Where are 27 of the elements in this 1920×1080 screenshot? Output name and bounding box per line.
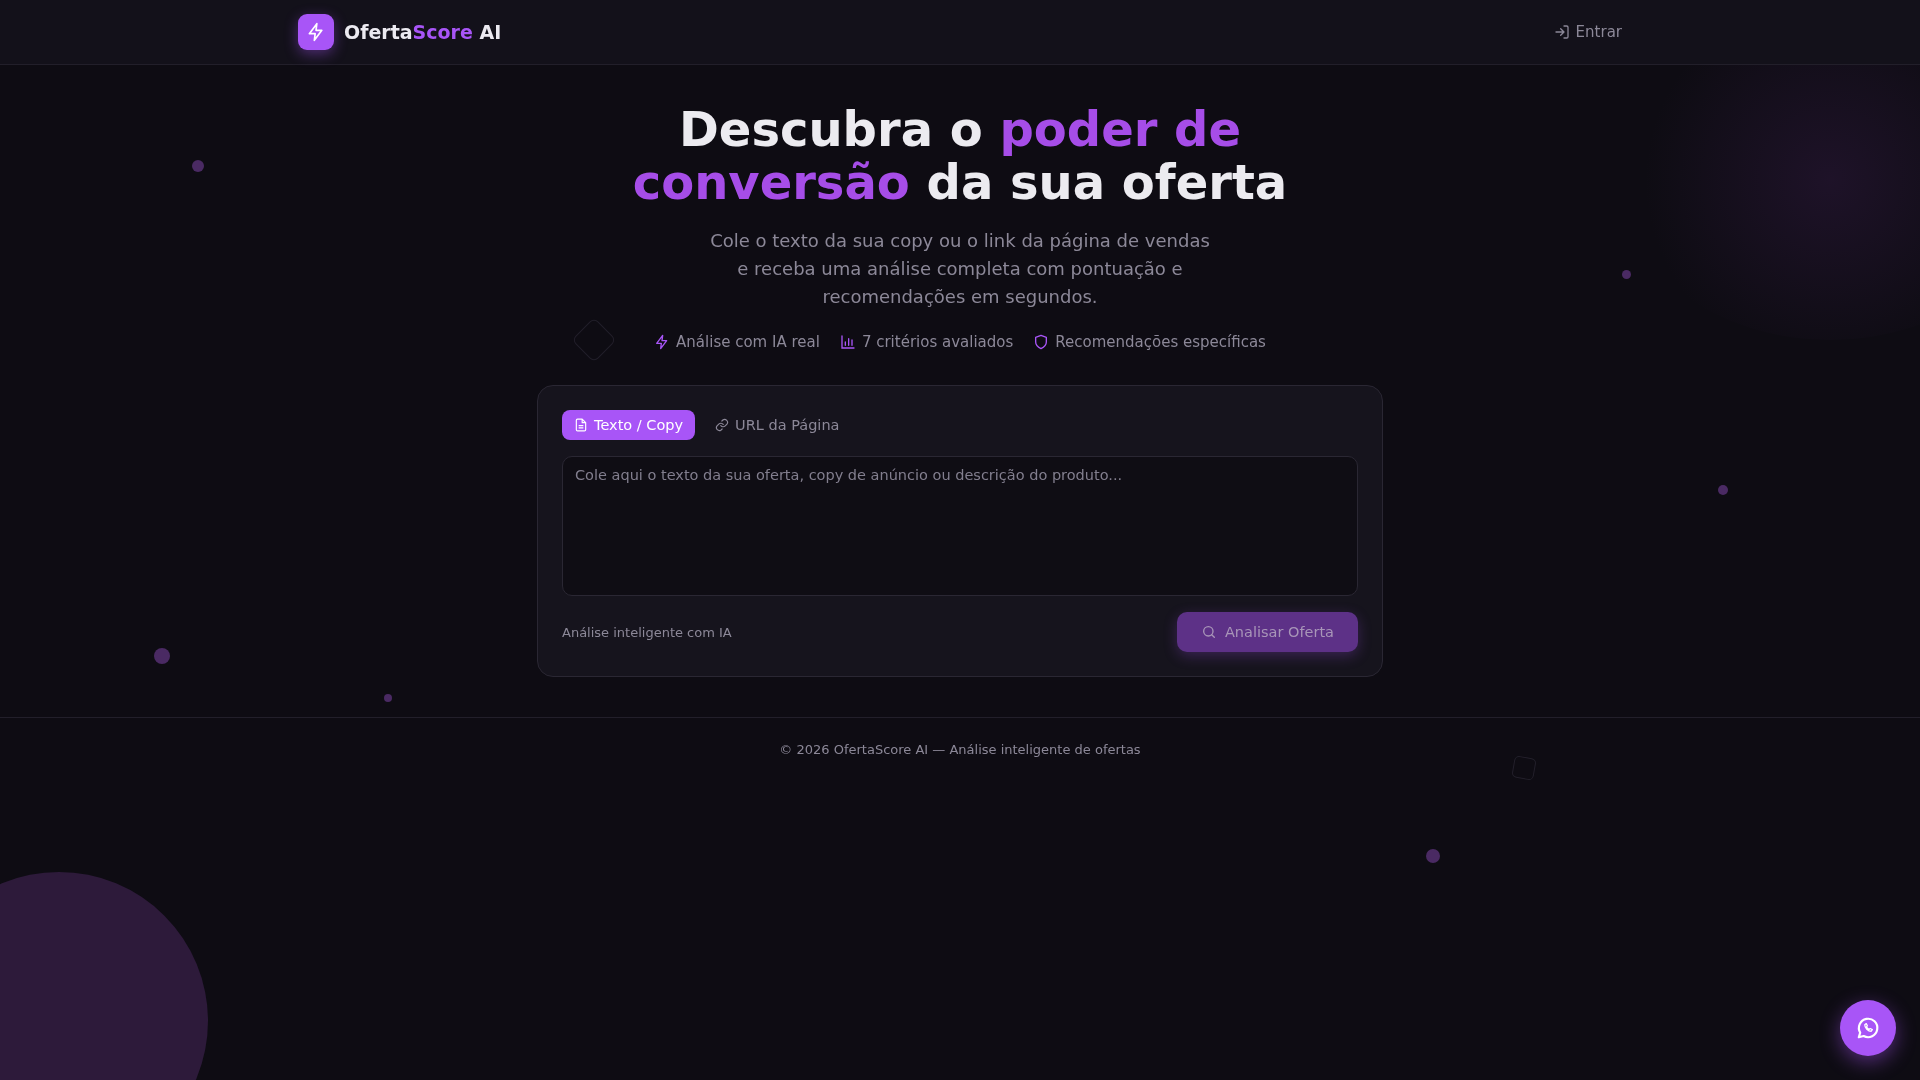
link-icon xyxy=(715,418,730,432)
brand-name: OfertaScore AI xyxy=(344,21,502,43)
chat-bubble-icon xyxy=(1855,1015,1881,1041)
feature-label: Recomendações específicas xyxy=(1055,333,1266,351)
headline: Descubra o poder de conversão da sua oferta xyxy=(631,103,1289,209)
feature-label: Análise com IA real xyxy=(676,333,820,351)
shield-icon xyxy=(1033,334,1050,350)
document-icon xyxy=(574,418,588,432)
footer-text: © 2026 OfertaScore AI — Análise inteligente de ofertas xyxy=(779,742,1141,757)
chat-button[interactable] xyxy=(1840,1000,1896,1056)
decorative-dot xyxy=(1622,270,1631,279)
decorative-dot xyxy=(1426,849,1440,863)
hint-text: Análise inteligente com IA xyxy=(562,624,732,640)
offer-text-field[interactable]: Cole aqui o texto da sua oferta, copy de anúncio ou descrição do produto... xyxy=(562,456,1358,596)
subtitle: Cole o texto da sua copy ou o link da página de vendas e receba uma análise completa com pontuação e recomendações em segundos. xyxy=(709,229,1211,309)
input-mode-tab[interactable]: Texto / Copy xyxy=(562,410,696,440)
decorative-dot xyxy=(192,160,204,172)
bar-chart-icon xyxy=(839,334,856,350)
search-icon xyxy=(1200,624,1217,640)
decorative-dot xyxy=(1718,485,1728,495)
login-icon xyxy=(1553,24,1570,40)
input-mode-tab[interactable]: URL da Página xyxy=(703,410,852,440)
bolt-logo-icon xyxy=(298,14,334,50)
login-link[interactable]: Entrar xyxy=(1553,23,1622,41)
decorative-dot xyxy=(384,694,392,702)
decorative-dot xyxy=(154,648,170,664)
feature-label: 7 critérios avaliados xyxy=(861,333,1014,351)
